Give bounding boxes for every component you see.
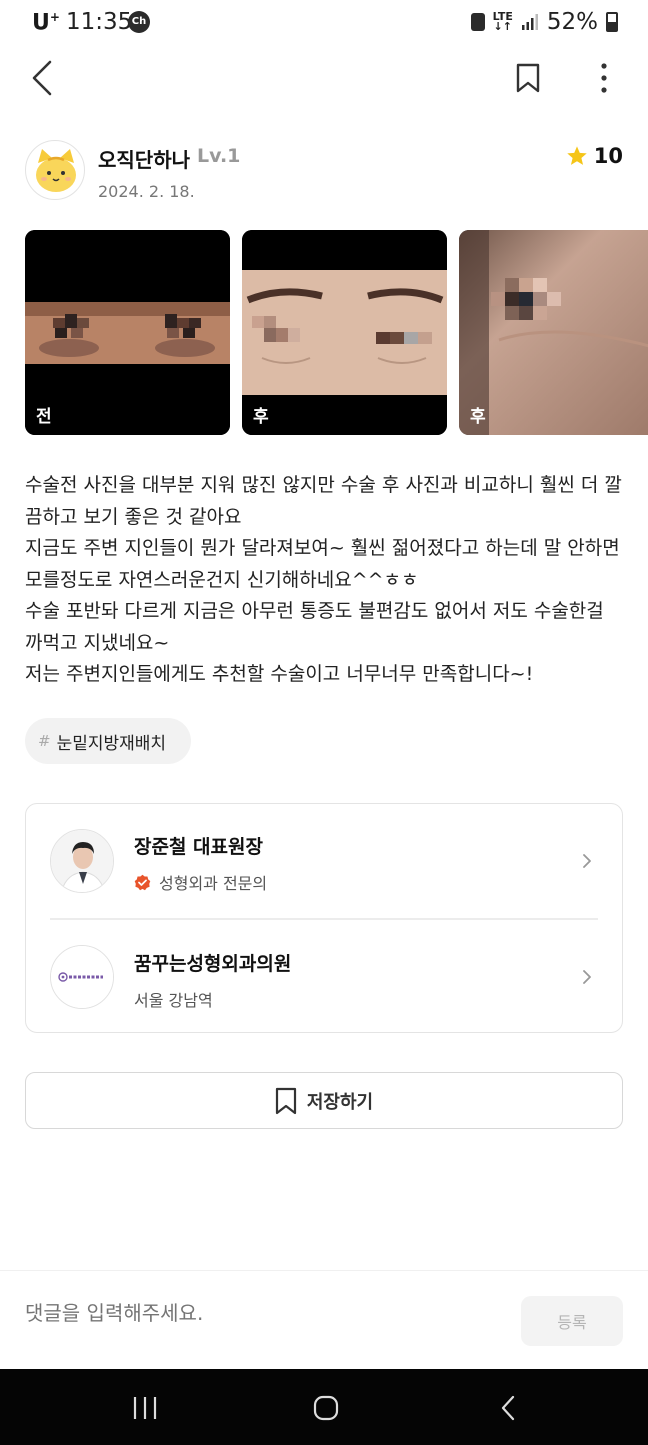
after-photo-2[interactable]: 후 [459, 230, 648, 435]
signal-icon [521, 14, 538, 30]
clinic-row[interactable]: 꿈꾸는성형외과의원 서울 강남역 [26, 919, 622, 1033]
app-notification-icon [470, 13, 485, 31]
recent-apps-icon [133, 1397, 157, 1419]
before-photo-image [25, 230, 230, 435]
comment-bar: 등록 [0, 1270, 648, 1369]
status-icons: LTE ↓↑ 52% [470, 9, 618, 35]
clinic-name: 꿈꾸는성형외과의원 [134, 953, 292, 975]
clock: 11:35 [66, 9, 133, 35]
author-avatar[interactable] [25, 140, 85, 200]
review-author: 오직단하나 Lv.1 2024. 2. 18. 10 [25, 140, 623, 202]
bookmark-icon [275, 1087, 296, 1114]
doctor-row[interactable]: 장준철 대표원장 성형외과 전문의 [26, 804, 622, 918]
battery-percent: 52% [546, 9, 598, 35]
after-closeup-image [459, 230, 648, 435]
system-back-button[interactable] [478, 1383, 538, 1433]
author-level-badge: Lv.1 [197, 145, 241, 167]
lte-icon: LTE ↓↑ [492, 10, 513, 33]
review-photo-strip[interactable]: 전 후 후 [25, 230, 648, 435]
after-photo-image [242, 230, 447, 435]
star-icon [567, 146, 587, 165]
top-app-bar [0, 52, 648, 104]
rating-value: 10 [593, 144, 623, 168]
author-name[interactable]: 오직단하나 [98, 144, 190, 173]
before-label: 전 [36, 407, 52, 427]
save-button-label: 저장하기 [306, 1091, 374, 1113]
comment-input[interactable] [25, 1301, 485, 1325]
verified-badge-icon [134, 874, 151, 890]
more-vertical-icon [601, 63, 607, 93]
after-photo-1[interactable]: 후 [242, 230, 447, 435]
clinic-logo-mark [51, 946, 113, 1008]
system-navigation-bar [0, 1369, 648, 1445]
doctor-clinic-card: 장준철 대표원장 성형외과 전문의 꿈꾸는성형외과의원 서울 강남역 [25, 803, 623, 1033]
hash-icon: # [38, 732, 51, 750]
review-body-text: 수술전 사진을 대부분 지워 많진 않지만 수술 후 사진과 비교하니 훨씬 더… [25, 474, 622, 685]
doctor-avatar [50, 829, 114, 893]
battery-icon [606, 12, 618, 32]
carrier-label: U+ [32, 10, 60, 36]
back-button[interactable] [16, 52, 68, 104]
submit-comment-button[interactable]: 등록 [521, 1296, 623, 1346]
doctor-specialty: 성형외과 전문의 [134, 870, 267, 894]
chevron-right-icon [583, 854, 591, 868]
chat-notification-icon: Ch [128, 11, 150, 33]
recent-apps-button[interactable] [115, 1383, 175, 1433]
post-date: 2024. 2. 18. [98, 182, 195, 201]
more-options-button[interactable] [578, 52, 630, 104]
status-bar: U+ 11:35 Ch LTE ↓↑ 52% [0, 0, 648, 46]
clinic-location: 서울 강남역 [134, 991, 213, 1010]
bookmark-button[interactable] [502, 52, 554, 104]
chevron-right-icon [583, 970, 591, 984]
back-arrow-icon [32, 60, 52, 96]
bookmark-icon [516, 63, 540, 93]
home-button[interactable] [296, 1383, 356, 1433]
hashtag-label: 눈밑지방재배치 [56, 733, 167, 754]
cat-avatar-icon [36, 149, 76, 192]
after-label-2: 후 [470, 407, 486, 427]
before-photo[interactable]: 전 [25, 230, 230, 435]
rating: 10 [566, 144, 623, 168]
doctor-specialty-label: 성형외과 전문의 [159, 874, 268, 893]
after-label-1: 후 [253, 407, 269, 427]
doctor-name: 장준철 대표원장 [134, 836, 263, 858]
doctor-photo [51, 830, 113, 892]
clinic-logo [50, 945, 114, 1009]
save-button[interactable]: 저장하기 [25, 1072, 623, 1129]
home-icon [313, 1395, 339, 1421]
back-chevron-icon [501, 1395, 515, 1421]
hashtag-chip[interactable]: # 눈밑지방재배치 [25, 718, 192, 764]
